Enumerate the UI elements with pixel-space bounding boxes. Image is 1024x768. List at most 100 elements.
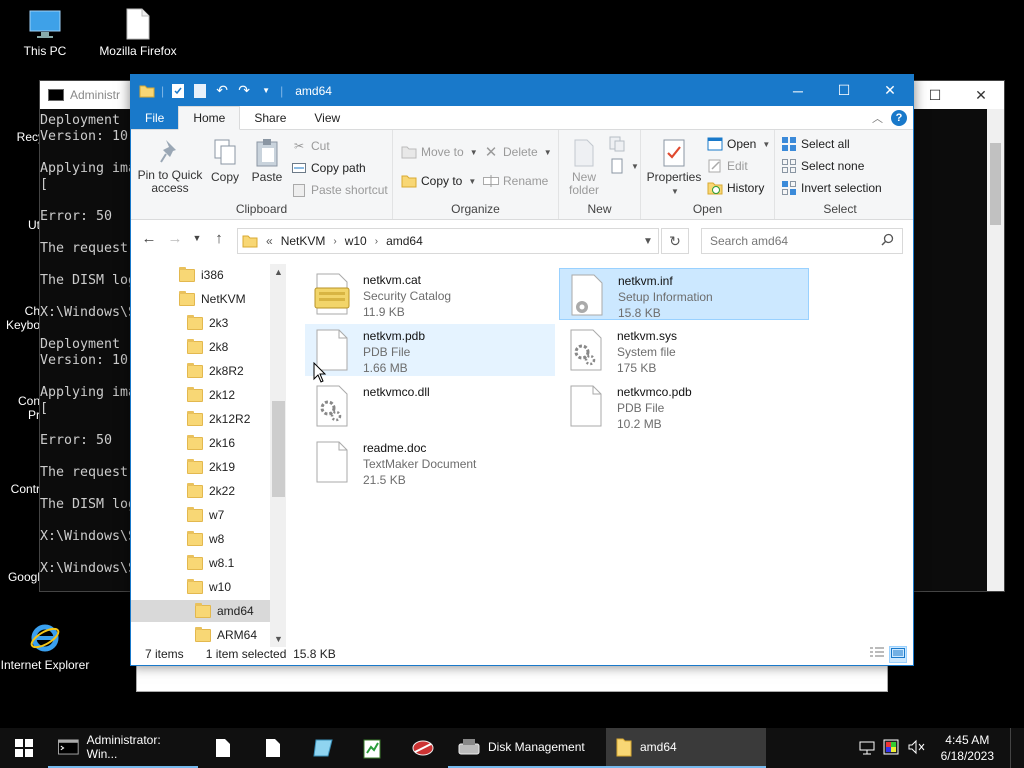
- help-icon[interactable]: ?: [891, 109, 907, 126]
- move-to-button[interactable]: Move to ▼: [401, 144, 478, 160]
- console-scrollbar[interactable]: [987, 109, 1004, 591]
- copy-button[interactable]: Copy: [207, 138, 243, 184]
- properties-button[interactable]: Properties ▼: [645, 138, 703, 198]
- notification-icon[interactable]: [1010, 728, 1014, 768]
- details-view-icon[interactable]: [869, 646, 885, 663]
- nav-item-2k8[interactable]: 2k8: [131, 336, 271, 358]
- file-explorer-window[interactable]: | ↶ ↷ ▼ | amd64 ─ ☐ ✕ File Home Share Vi…: [130, 74, 914, 666]
- navigation-pane-scrollbar[interactable]: ▲ ▼: [270, 264, 286, 647]
- desktop-icon-recycle-bin[interactable]: Recy: [0, 100, 44, 144]
- tab-file[interactable]: File: [131, 106, 179, 129]
- scrollbar-thumb[interactable]: [272, 401, 285, 497]
- breadcrumb-netkvm[interactable]: NetKVM: [281, 234, 326, 248]
- taskbar-item-console[interactable]: Administrator: Win...: [48, 728, 198, 768]
- desktop-icon-control-panel[interactable]: Contr: [0, 482, 40, 496]
- breadcrumb-separator-icon[interactable]: ›: [375, 236, 378, 247]
- minimize-button[interactable]: ─: [775, 75, 821, 106]
- properties-icon[interactable]: [170, 83, 186, 99]
- delete-button[interactable]: ✕ Delete ▼: [483, 144, 552, 161]
- new-folder-button[interactable]: New folder: [561, 138, 607, 197]
- desktop-icon-this-pc[interactable]: This PC: [0, 8, 93, 58]
- search-box[interactable]: [701, 228, 903, 254]
- taskbar-item-app[interactable]: [298, 728, 348, 768]
- select-all-button[interactable]: Select all: [781, 136, 850, 152]
- taskbar-item-file[interactable]: [198, 728, 248, 768]
- file-item[interactable]: netkvm.pdb PDB File 1.66 MB: [305, 324, 555, 376]
- refresh-button[interactable]: ↻: [661, 228, 689, 254]
- tab-view[interactable]: View: [300, 106, 354, 129]
- easy-access-button[interactable]: ▼: [609, 158, 639, 174]
- maximize-button[interactable]: ☐: [821, 75, 867, 106]
- collapse-ribbon-icon[interactable]: ︿: [872, 110, 883, 126]
- recent-locations-button[interactable]: ▼: [191, 233, 203, 243]
- file-item[interactable]: netkvm.cat Security Catalog 11.9 KB: [305, 268, 555, 320]
- open-button[interactable]: Open ▼: [707, 136, 770, 152]
- taskbar-item-file-2[interactable]: [248, 728, 298, 768]
- navigation-pane[interactable]: ARM64 amd64 w10 w8.1 w8 w7 2k22 2k19 2k16 2k12R2 2…: [131, 264, 286, 647]
- maximize-icon[interactable]: ☐: [912, 87, 958, 104]
- network-icon[interactable]: [859, 739, 875, 758]
- file-item[interactable]: netkvmco.dll: [305, 380, 555, 432]
- start-button[interactable]: [0, 728, 48, 768]
- explorer-titlebar[interactable]: | ↶ ↷ ▼ | amd64 ─ ☐ ✕: [131, 75, 913, 106]
- new-item-button[interactable]: [609, 136, 625, 152]
- desktop-icon-con[interactable]: Con Pr: [0, 394, 40, 422]
- nav-item-w8-1[interactable]: w8.1: [131, 552, 271, 574]
- address-history-dropdown[interactable]: ▼: [638, 236, 658, 247]
- taskbar-item-tool[interactable]: [398, 728, 448, 768]
- up-button[interactable]: ↑: [209, 230, 229, 247]
- close-button[interactable]: ✕: [867, 75, 913, 106]
- desktop-icon-firefox[interactable]: Mozilla Firefox: [90, 8, 186, 58]
- breadcrumb-w10[interactable]: w10: [345, 234, 367, 248]
- tab-share[interactable]: Share: [240, 106, 300, 129]
- taskbar-item-spreadsheet[interactable]: [348, 728, 398, 768]
- taskbar-item-explorer[interactable]: amd64: [606, 728, 766, 768]
- desktop-icon-ch[interactable]: Ch Keybo: [0, 304, 40, 332]
- breadcrumb-separator-icon[interactable]: ›: [333, 236, 336, 247]
- nav-item-2k12r2[interactable]: 2k12R2: [131, 408, 271, 430]
- nav-item-2k8r2[interactable]: 2k8R2: [131, 360, 271, 382]
- address-bar[interactable]: « NetKVM › w10 › amd64 ▼: [237, 228, 659, 254]
- nav-item-2k22[interactable]: 2k22: [131, 480, 271, 502]
- paste-shortcut-button[interactable]: Paste shortcut: [291, 182, 388, 198]
- desktop-icon-internet-explorer[interactable]: Internet Explorer: [0, 622, 93, 672]
- nav-item-w7[interactable]: w7: [131, 504, 271, 526]
- nav-item-w10[interactable]: w10: [131, 576, 271, 598]
- taskbar-item-disk-management[interactable]: Disk Management: [448, 728, 606, 768]
- file-list[interactable]: netkvm.cat Security Catalog 11.9 KB netkvm.…: [291, 264, 911, 647]
- clock[interactable]: 4:45 AM 6/18/2023: [933, 732, 1002, 764]
- file-item[interactable]: netkvm.inf Setup Information 15.8 KB: [559, 268, 809, 320]
- invert-selection-button[interactable]: Invert selection: [781, 180, 882, 196]
- customize-qat-icon[interactable]: ▼: [258, 83, 274, 99]
- tab-home[interactable]: Home: [178, 106, 241, 130]
- file-item[interactable]: netkvmco.pdb PDB File 10.2 MB: [559, 380, 809, 432]
- breadcrumb-amd64[interactable]: amd64: [386, 234, 423, 248]
- cut-button[interactable]: ✂ Cut: [291, 138, 330, 154]
- nav-item-2k3[interactable]: 2k3: [131, 312, 271, 334]
- file-item[interactable]: netkvm.sys System file 175 KB: [559, 324, 809, 376]
- scrollbar-thumb[interactable]: [990, 143, 1001, 225]
- history-button[interactable]: History: [707, 180, 764, 196]
- scroll-up-icon[interactable]: ▲: [270, 267, 286, 277]
- nav-item-w8[interactable]: w8: [131, 528, 271, 550]
- paste-button[interactable]: Paste: [247, 138, 287, 184]
- large-icons-view-icon[interactable]: [889, 645, 907, 663]
- select-none-button[interactable]: Select none: [781, 158, 864, 174]
- color-icon[interactable]: [883, 739, 899, 758]
- pin-to-quick-access-button[interactable]: Pin to Quick access: [135, 138, 205, 195]
- nav-item-2k16[interactable]: 2k16: [131, 432, 271, 454]
- file-item[interactable]: readme.doc TextMaker Document 21.5 KB: [305, 436, 555, 488]
- nav-item-netkvm[interactable]: NetKVM: [131, 288, 271, 310]
- back-button[interactable]: ←: [139, 230, 159, 247]
- copy-to-button[interactable]: Copy to ▼: [401, 173, 476, 189]
- edit-button[interactable]: Edit: [707, 158, 748, 174]
- breadcrumb-overflow[interactable]: «: [266, 234, 273, 248]
- nav-item-2k12[interactable]: 2k12: [131, 384, 271, 406]
- desktop-icon-google[interactable]: Googl: [0, 570, 40, 584]
- rename-button[interactable]: Rename: [483, 173, 548, 189]
- nav-item-i386[interactable]: i386: [131, 264, 271, 286]
- undo-icon[interactable]: ↶: [214, 82, 230, 99]
- nav-item-2k19[interactable]: 2k19: [131, 456, 271, 478]
- search-input[interactable]: [710, 234, 870, 248]
- new-folder-icon[interactable]: [192, 83, 208, 99]
